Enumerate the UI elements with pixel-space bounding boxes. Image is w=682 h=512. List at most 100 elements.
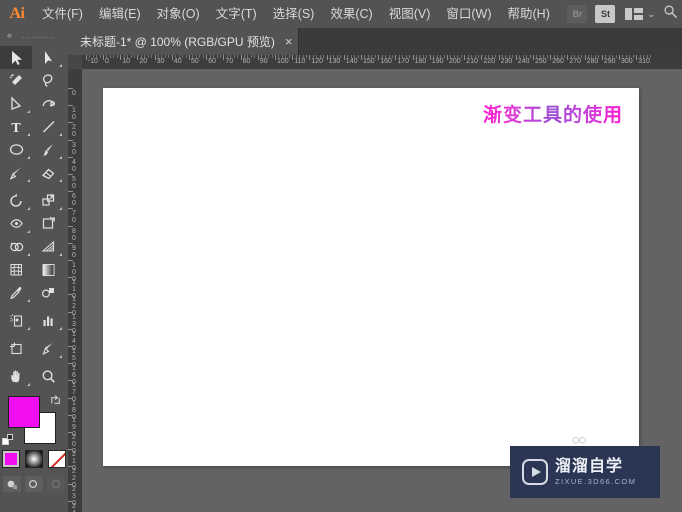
symbol-sprayer-tool[interactable] [0,309,32,332]
tool-row [0,92,68,115]
ruler-minor-tick [495,55,497,58]
bridge-button[interactable]: Br [567,5,588,23]
scale-tool[interactable] [32,189,64,212]
swap-fill-stroke-icon[interactable] [49,394,62,410]
ruler-minor-tick [268,55,270,58]
shape-builder-tool[interactable] [0,235,32,258]
tool-flyout-arrow-icon[interactable] [59,327,62,330]
tool-flyout-arrow-icon[interactable] [59,64,62,67]
panel-drag-handle[interactable] [22,36,56,40]
shaper-tool[interactable] [0,161,32,184]
ruler-tick [361,55,362,60]
svg-text:T: T [11,121,21,135]
tool-flyout-arrow-icon[interactable] [27,327,30,330]
tool-flyout-arrow-icon[interactable] [27,179,30,182]
none-mode-button[interactable] [48,450,66,468]
mesh-tool[interactable] [0,258,32,281]
tool-flyout-arrow-icon[interactable] [59,207,62,210]
width-tool[interactable] [0,212,32,235]
tool-flyout-arrow-icon[interactable] [59,355,62,358]
tool-flyout-arrow-icon[interactable] [27,299,30,302]
ruler-label: 200 [449,58,461,65]
free-transform-tool[interactable] [32,212,64,235]
menu-file[interactable]: 文件(F) [34,0,91,28]
tool-flyout-arrow-icon[interactable] [27,110,30,113]
rotate-tool[interactable] [0,189,32,212]
zoom-tool[interactable] [32,365,64,388]
draw-inside-button[interactable] [47,476,65,492]
draw-behind-button[interactable] [25,476,43,492]
artboard-tool[interactable] [0,337,32,360]
watermark-brand: 溜溜自学 [555,456,624,476]
tools-panel-header: « [0,28,68,42]
menu-type[interactable]: 文字(T) [208,0,265,28]
tool-flyout-arrow-icon[interactable] [27,207,30,210]
tools-panel: « T [0,28,68,512]
slice-tool[interactable] [32,337,64,360]
horizontal-ruler[interactable]: -10 0 10 20 30 40 50 60 70 80 90 100 110 120 130 140 150… [68,55,682,69]
pen-tool[interactable] [0,92,32,115]
tool-flyout-arrow-icon[interactable] [59,133,62,136]
eraser-tool[interactable] [32,161,64,184]
draw-normal-button[interactable] [3,476,21,492]
vertical-ruler[interactable]: 0102030405060708090100110120130140150160… [68,69,82,512]
lasso-tool[interactable] [32,69,64,92]
ruler-minor-tick [625,55,627,58]
ruler-minor-tick [113,55,115,58]
tool-flyout-arrow-icon[interactable] [27,230,30,233]
menu-view[interactable]: 视图(V) [381,0,439,28]
menu-object[interactable]: 对象(O) [149,0,208,28]
stock-button[interactable]: St [595,5,616,23]
direct-selection-tool[interactable] [32,46,64,69]
paintbrush-tool[interactable] [32,138,64,161]
ruler-minor-tick [539,55,541,58]
ruler-minor-tick [350,55,352,58]
tool-flyout-arrow-icon[interactable] [59,253,62,256]
curvature-tool[interactable] [32,92,64,115]
document-tab[interactable]: 未标题-1* @ 100% (RGB/GPU 预览) × [68,28,300,55]
menu-select[interactable]: 选择(S) [265,0,323,28]
ruler-minor-tick [92,55,94,58]
tool-flyout-arrow-icon[interactable] [59,156,62,159]
ruler-minor-tick [436,55,438,58]
color-mode-button[interactable] [2,450,20,468]
menu-effect[interactable]: 效果(C) [322,0,380,28]
tool-flyout-arrow-icon[interactable] [59,179,62,182]
line-segment-tool[interactable] [32,115,64,138]
ellipse-tool[interactable] [0,138,32,161]
tool-flyout-arrow-icon[interactable] [27,133,30,136]
tool-flyout-arrow-icon[interactable] [27,383,30,386]
ruler-minor-tick [629,55,631,58]
ruler-minor-tick [460,55,462,58]
ruler-tick [223,55,225,60]
ruler-minor-tick [588,55,590,58]
artwork-gradient-text[interactable]: 渐变工具的使用 [483,100,623,127]
close-icon[interactable]: × [285,35,293,48]
fill-swatch[interactable] [8,396,40,428]
ruler-label: 140 [345,58,358,65]
collapse-panel-icon[interactable]: « [0,30,12,40]
workspace-switcher[interactable]: ⌄ [625,8,655,20]
tool-row [0,281,68,304]
tool-flyout-arrow-icon[interactable] [27,156,30,159]
ruler-label: 290 [603,58,616,65]
menu-help[interactable]: 帮助(H) [500,0,558,28]
search-icon[interactable] [663,4,678,24]
type-tool[interactable]: T [0,115,32,138]
menu-edit[interactable]: 编辑(E) [91,0,149,28]
gradient-mode-button[interactable] [25,450,43,468]
blend-tool[interactable] [32,281,64,304]
magic-wand-tool[interactable] [0,69,32,92]
gradient-tool[interactable] [32,258,64,281]
eyedropper-tool[interactable] [0,281,32,304]
hand-tool[interactable] [0,365,32,388]
menu-window[interactable]: 窗口(W) [438,0,499,28]
perspective-grid-tool[interactable] [32,235,64,258]
selection-tool[interactable] [0,46,32,69]
ruler-minor-tick [340,55,342,58]
default-fill-stroke-icon[interactable] [2,434,13,445]
artboard[interactable]: 渐变工具的使用 [103,88,639,466]
document-tab-bar: 未标题-1* @ 100% (RGB/GPU 预览) × [68,28,682,55]
tool-flyout-arrow-icon[interactable] [27,253,30,256]
column-graph-tool[interactable] [32,309,64,332]
